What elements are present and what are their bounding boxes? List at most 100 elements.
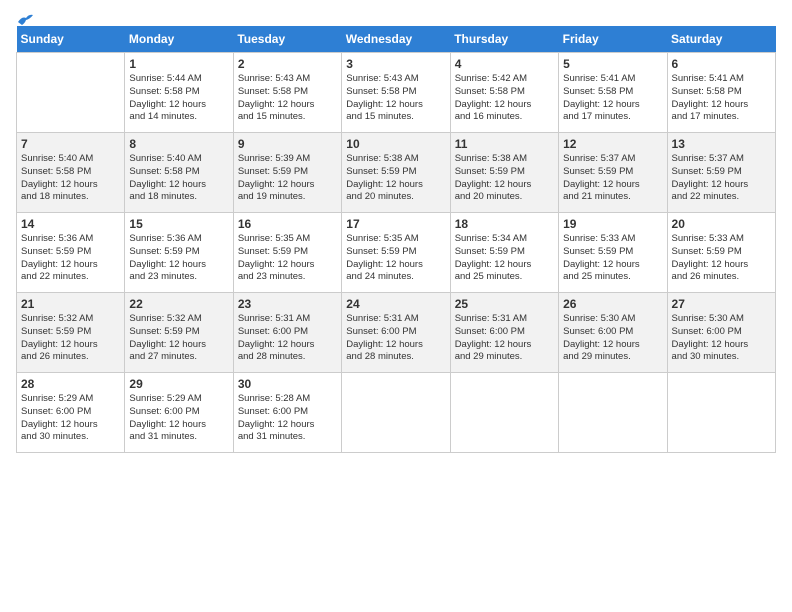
day-number: 2 (238, 57, 337, 71)
calendar-cell: 28 Sunrise: 5:29 AM Sunset: 6:00 PM Dayli… (17, 373, 125, 453)
day-info: Sunrise: 5:32 AM Sunset: 5:59 PM Dayligh… (21, 313, 120, 364)
logo-bird-icon (16, 12, 34, 30)
calendar-cell: 7 Sunrise: 5:40 AM Sunset: 5:58 PM Daylig… (17, 133, 125, 213)
day-info: Sunrise: 5:41 AM Sunset: 5:58 PM Dayligh… (563, 73, 662, 124)
day-info: Sunrise: 5:42 AM Sunset: 5:58 PM Dayligh… (455, 73, 554, 124)
day-number: 15 (129, 217, 228, 231)
calendar-cell: 20 Sunrise: 5:33 AM Sunset: 5:59 PM Dayli… (667, 213, 775, 293)
calendar-cell: 3 Sunrise: 5:43 AM Sunset: 5:58 PM Daylig… (342, 53, 450, 133)
day-number: 14 (21, 217, 120, 231)
day-info: Sunrise: 5:30 AM Sunset: 6:00 PM Dayligh… (672, 313, 771, 364)
day-number: 28 (21, 377, 120, 391)
calendar-cell: 14 Sunrise: 5:36 AM Sunset: 5:59 PM Dayli… (17, 213, 125, 293)
day-number: 30 (238, 377, 337, 391)
calendar-cell: 9 Sunrise: 5:39 AM Sunset: 5:59 PM Daylig… (233, 133, 341, 213)
calendar-cell (342, 373, 450, 453)
day-info: Sunrise: 5:33 AM Sunset: 5:59 PM Dayligh… (672, 233, 771, 284)
calendar-cell: 4 Sunrise: 5:42 AM Sunset: 5:58 PM Daylig… (450, 53, 558, 133)
day-info: Sunrise: 5:40 AM Sunset: 5:58 PM Dayligh… (21, 153, 120, 204)
day-info: Sunrise: 5:29 AM Sunset: 6:00 PM Dayligh… (21, 393, 120, 444)
day-info: Sunrise: 5:36 AM Sunset: 5:59 PM Dayligh… (21, 233, 120, 284)
day-number: 8 (129, 137, 228, 151)
day-number: 26 (563, 297, 662, 311)
day-number: 12 (563, 137, 662, 151)
calendar-cell (667, 373, 775, 453)
calendar-cell: 6 Sunrise: 5:41 AM Sunset: 5:58 PM Daylig… (667, 53, 775, 133)
day-number: 1 (129, 57, 228, 71)
calendar-cell: 10 Sunrise: 5:38 AM Sunset: 5:59 PM Dayli… (342, 133, 450, 213)
day-number: 3 (346, 57, 445, 71)
day-info: Sunrise: 5:37 AM Sunset: 5:59 PM Dayligh… (672, 153, 771, 204)
calendar-cell: 21 Sunrise: 5:32 AM Sunset: 5:59 PM Dayli… (17, 293, 125, 373)
calendar-week-row: 28 Sunrise: 5:29 AM Sunset: 6:00 PM Dayli… (17, 373, 776, 453)
day-number: 10 (346, 137, 445, 151)
calendar-cell: 29 Sunrise: 5:29 AM Sunset: 6:00 PM Dayli… (125, 373, 233, 453)
calendar-cell: 18Sunrise: 5:34 AM Sunset: 5:59 PM Dayli… (450, 213, 558, 293)
day-number: 9 (238, 137, 337, 151)
day-info: Sunrise: 5:33 AM Sunset: 5:59 PM Dayligh… (563, 233, 662, 284)
calendar-cell: 13 Sunrise: 5:37 AM Sunset: 5:59 PM Dayli… (667, 133, 775, 213)
calendar-week-row: 14 Sunrise: 5:36 AM Sunset: 5:59 PM Dayli… (17, 213, 776, 293)
calendar-cell: 26 Sunrise: 5:30 AM Sunset: 6:00 PM Dayli… (559, 293, 667, 373)
day-number: 21 (21, 297, 120, 311)
day-number: 20 (672, 217, 771, 231)
day-number: 16 (238, 217, 337, 231)
day-info: Sunrise: 5:43 AM Sunset: 5:58 PM Dayligh… (346, 73, 445, 124)
calendar-cell: 12 Sunrise: 5:37 AM Sunset: 5:59 PM Dayli… (559, 133, 667, 213)
day-number: 19 (563, 217, 662, 231)
calendar-cell: 15 Sunrise: 5:36 AM Sunset: 5:59 PM Dayli… (125, 213, 233, 293)
day-number: 17 (346, 217, 445, 231)
day-number: 23 (238, 297, 337, 311)
day-info: Sunrise: 5:32 AM Sunset: 5:59 PM Dayligh… (129, 313, 228, 364)
day-info: Sunrise: 5:34 AM Sunset: 5:59 PM Dayligh… (455, 233, 554, 284)
day-info: Sunrise: 5:37 AM Sunset: 5:59 PM Dayligh… (563, 153, 662, 204)
calendar-cell: 1 Sunrise: 5:44 AM Sunset: 5:58 PM Daylig… (125, 53, 233, 133)
calendar-cell: 2 Sunrise: 5:43 AM Sunset: 5:58 PM Daylig… (233, 53, 341, 133)
day-number: 5 (563, 57, 662, 71)
calendar-cell: 16 Sunrise: 5:35 AM Sunset: 5:59 PM Dayli… (233, 213, 341, 293)
day-number: 27 (672, 297, 771, 311)
weekday-header: Saturday (667, 26, 775, 53)
weekday-header: Tuesday (233, 26, 341, 53)
day-info: Sunrise: 5:28 AM Sunset: 6:00 PM Dayligh… (238, 393, 337, 444)
day-info: Sunrise: 5:36 AM Sunset: 5:59 PM Dayligh… (129, 233, 228, 284)
calendar-cell: 27 Sunrise: 5:30 AM Sunset: 6:00 PM Dayli… (667, 293, 775, 373)
day-info: Sunrise: 5:39 AM Sunset: 5:59 PM Dayligh… (238, 153, 337, 204)
calendar-cell (17, 53, 125, 133)
day-info: Sunrise: 5:44 AM Sunset: 5:58 PM Dayligh… (129, 73, 228, 124)
day-number: 4 (455, 57, 554, 71)
calendar-cell: 11 Sunrise: 5:38 AM Sunset: 5:59 PM Dayli… (450, 133, 558, 213)
day-info: Sunrise: 5:31 AM Sunset: 6:00 PM Dayligh… (238, 313, 337, 364)
calendar-week-row: 1 Sunrise: 5:44 AM Sunset: 5:58 PM Daylig… (17, 53, 776, 133)
day-number: 29 (129, 377, 228, 391)
day-number: 7 (21, 137, 120, 151)
day-number: 6 (672, 57, 771, 71)
calendar-cell: 19 Sunrise: 5:33 AM Sunset: 5:59 PM Dayli… (559, 213, 667, 293)
day-info: Sunrise: 5:30 AM Sunset: 6:00 PM Dayligh… (563, 313, 662, 364)
day-info: Sunrise: 5:31 AM Sunset: 6:00 PM Dayligh… (455, 313, 554, 364)
weekday-header: Monday (125, 26, 233, 53)
calendar-cell: 25 Sunrise: 5:31 AM Sunset: 6:00 PM Dayli… (450, 293, 558, 373)
day-info: Sunrise: 5:38 AM Sunset: 5:59 PM Dayligh… (455, 153, 554, 204)
calendar-cell: 5 Sunrise: 5:41 AM Sunset: 5:58 PM Daylig… (559, 53, 667, 133)
day-number: 13 (672, 137, 771, 151)
day-info: Sunrise: 5:31 AM Sunset: 6:00 PM Dayligh… (346, 313, 445, 364)
day-info: Sunrise: 5:43 AM Sunset: 5:58 PM Dayligh… (238, 73, 337, 124)
day-info: Sunrise: 5:29 AM Sunset: 6:00 PM Dayligh… (129, 393, 228, 444)
calendar-cell: 17 Sunrise: 5:35 AM Sunset: 5:59 PM Dayli… (342, 213, 450, 293)
day-number: 25 (455, 297, 554, 311)
calendar-table: SundayMondayTuesdayWednesdayThursdayFrid… (16, 26, 776, 453)
calendar-week-row: 21 Sunrise: 5:32 AM Sunset: 5:59 PM Dayli… (17, 293, 776, 373)
calendar-cell (450, 373, 558, 453)
day-number: 11 (455, 137, 554, 151)
weekday-header: Thursday (450, 26, 558, 53)
calendar-cell (559, 373, 667, 453)
day-info: Sunrise: 5:40 AM Sunset: 5:58 PM Dayligh… (129, 153, 228, 204)
calendar-cell: 23 Sunrise: 5:31 AM Sunset: 6:00 PM Dayli… (233, 293, 341, 373)
calendar-week-row: 7 Sunrise: 5:40 AM Sunset: 5:58 PM Daylig… (17, 133, 776, 213)
day-info: Sunrise: 5:38 AM Sunset: 5:59 PM Dayligh… (346, 153, 445, 204)
day-info: Sunrise: 5:35 AM Sunset: 5:59 PM Dayligh… (238, 233, 337, 284)
day-number: 24 (346, 297, 445, 311)
day-info: Sunrise: 5:41 AM Sunset: 5:58 PM Dayligh… (672, 73, 771, 124)
day-info: Sunrise: 5:35 AM Sunset: 5:59 PM Dayligh… (346, 233, 445, 284)
